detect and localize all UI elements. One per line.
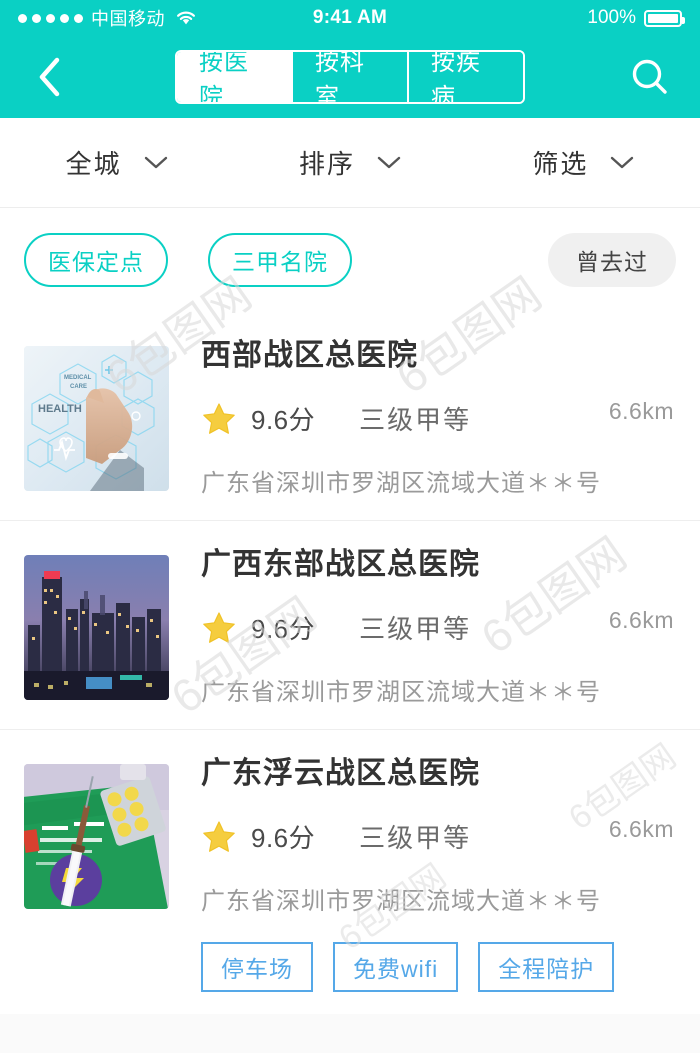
hospital-thumbnail-medical-tech: HEALTH MEDICAL CARE — [24, 346, 169, 491]
hospital-name: 西部战区总医院 — [201, 339, 418, 372]
svg-text:CARE: CARE — [70, 384, 87, 390]
hospital-level: 三级甲等 — [359, 405, 472, 435]
filter-city-label: 全城 — [65, 149, 122, 179]
hospital-info: 广西东部战区总医院 9.6分 三级甲等 广东省深圳市罗湖区流域大道＊＊号 — [169, 541, 676, 707]
chevron-left-icon — [39, 57, 60, 97]
star-icon — [203, 402, 235, 434]
signal-strength-icon — [18, 13, 83, 23]
hospital-address: 广东省深圳市罗湖区流域大道＊＊号 — [201, 888, 601, 915]
status-bar-left: 中国移动 — [18, 5, 197, 31]
hospital-list-item[interactable]: HEALTH MEDICAL CARE 西部战区总医院 9.6分 三级甲等 广东… — [0, 312, 700, 521]
tab-by-disease[interactable]: 按疾病 — [407, 52, 523, 102]
segmented-tab-control: 按医院 按科室 按疾病 — [175, 50, 525, 104]
hospital-list: HEALTH MEDICAL CARE 西部战区总医院 9.6分 三级甲等 广东… — [0, 312, 700, 1014]
chevron-down-icon — [377, 156, 401, 168]
hospital-list-item[interactable]: 广东浮云战区总医院 9.6分 三级甲等 广东省深圳市罗湖区流域大道＊＊号 停车场… — [0, 730, 700, 1014]
filter-refine[interactable]: 筛选 — [467, 144, 700, 181]
filter-sort[interactable]: 排序 — [233, 144, 466, 181]
back-button[interactable] — [26, 54, 72, 100]
hospital-score: 9.6分 — [251, 823, 316, 853]
filter-refine-label: 筛选 — [532, 149, 589, 179]
svg-text:HEALTH: HEALTH — [38, 403, 82, 415]
hospital-meta-row: 9.6分 三级甲等 — [201, 818, 672, 855]
hospital-list-screen: 中国移动 9:41 AM 100% 按医院 按科室 按疾病 全城 排序 筛选 医… — [0, 0, 700, 1053]
hospital-service-tags: 停车场 免费wifi 全程陪护 — [201, 942, 672, 992]
hospital-info: 西部战区总医院 9.6分 三级甲等 广东省深圳市罗湖区流域大道＊＊号 — [169, 332, 676, 498]
hospital-level: 三级甲等 — [359, 823, 472, 853]
hospital-list-item[interactable]: 广西东部战区总医院 9.6分 三级甲等 广东省深圳市罗湖区流域大道＊＊号 6.6… — [0, 521, 700, 730]
hospital-score: 9.6分 — [251, 405, 316, 435]
hospital-address: 广东省深圳市罗湖区流域大道＊＊号 — [201, 470, 601, 497]
hospital-info: 广东浮云战区总医院 9.6分 三级甲等 广东省深圳市罗湖区流域大道＊＊号 停车场… — [169, 750, 676, 992]
service-tag-free-wifi[interactable]: 免费wifi — [333, 942, 459, 992]
navigation-bar: 按医院 按科室 按疾病 — [0, 36, 700, 118]
hospital-level: 三级甲等 — [359, 614, 472, 644]
chip-insurance-designated[interactable]: 医保定点 — [24, 233, 168, 287]
chip-top-tier-hospital[interactable]: 三甲名院 — [208, 233, 352, 287]
service-tag-full-escort[interactable]: 全程陪护 — [478, 942, 615, 992]
status-bar: 中国移动 9:41 AM 100% — [0, 0, 700, 36]
hospital-score: 9.6分 — [251, 614, 316, 644]
status-bar-right: 100% — [587, 7, 685, 29]
hospital-thumbnail-city-skyline — [24, 555, 169, 700]
filter-city[interactable]: 全城 — [0, 144, 233, 181]
carrier-label: 中国移动 — [91, 9, 165, 29]
quick-filter-chip-row: 医保定点 三甲名院 曾去过 — [0, 208, 700, 312]
chip-visited-before[interactable]: 曾去过 — [548, 233, 676, 287]
hospital-address: 广东省深圳市罗湖区流域大道＊＊号 — [201, 679, 601, 706]
hospital-meta-row: 9.6分 三级甲等 — [201, 609, 672, 646]
wifi-icon — [175, 10, 197, 26]
star-icon — [203, 820, 235, 852]
search-icon — [632, 59, 667, 94]
svg-text:MEDICAL: MEDICAL — [64, 375, 92, 381]
battery-full-icon — [644, 9, 685, 27]
service-tag-parking[interactable]: 停车场 — [201, 942, 313, 992]
search-button[interactable] — [626, 53, 674, 101]
filter-bar: 全城 排序 筛选 — [0, 118, 700, 208]
hospital-name: 广西东部战区总医院 — [201, 548, 480, 581]
hospital-thumbnail-vaccine-card — [24, 764, 169, 909]
star-icon — [203, 611, 235, 643]
tab-by-department[interactable]: 按科室 — [291, 52, 407, 102]
chevron-down-icon — [144, 156, 167, 168]
hospital-meta-row: 9.6分 三级甲等 — [201, 400, 672, 437]
filter-sort-label: 排序 — [298, 149, 355, 179]
hospital-distance: 6.6km — [608, 816, 674, 842]
chevron-down-icon — [611, 156, 634, 168]
tab-by-hospital[interactable]: 按医院 — [177, 52, 291, 102]
battery-percent-label: 100% — [587, 7, 636, 28]
hospital-distance: 6.6km — [608, 398, 674, 424]
hospital-name: 广东浮云战区总医院 — [201, 757, 480, 790]
hospital-distance: 6.6km — [608, 607, 674, 633]
